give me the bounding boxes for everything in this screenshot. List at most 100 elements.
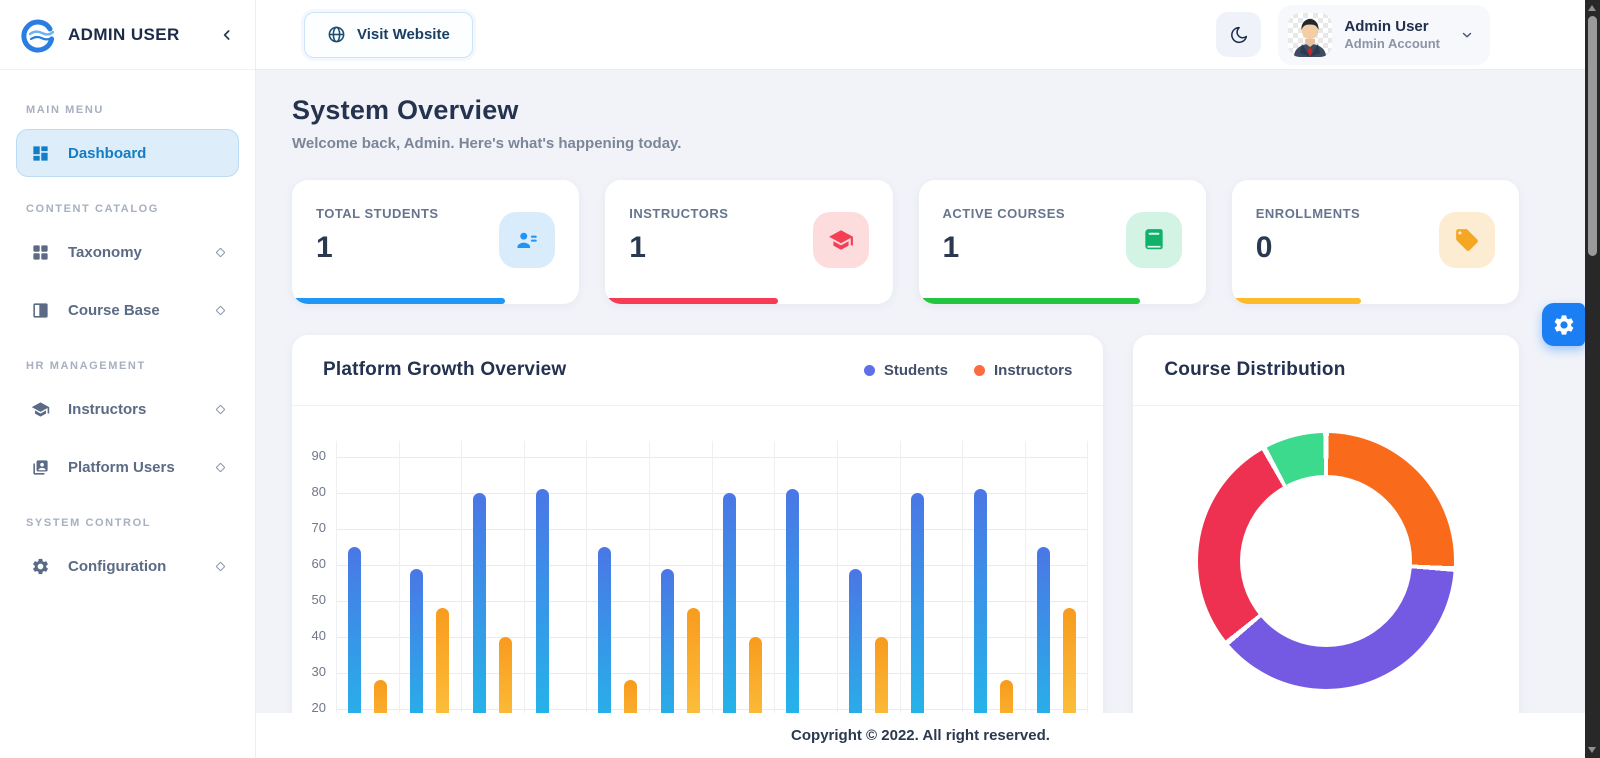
- charts-row: Platform Growth Overview Students Instru…: [292, 335, 1519, 758]
- section-label-system-control: SYSTEM CONTROL: [26, 517, 229, 529]
- legend-dot: [864, 365, 875, 376]
- legend-dot: [974, 365, 985, 376]
- stat-card-enrollments: ENROLLMENTS 0: [1232, 180, 1519, 304]
- tag-icon: [1439, 212, 1495, 268]
- stat-card-active-courses: ACTIVE COURSES 1: [919, 180, 1206, 304]
- bar-group: [837, 441, 900, 758]
- expand-diamond-icon: [216, 305, 226, 315]
- page-subtitle: Welcome back, Admin. Here's what's happe…: [292, 135, 1519, 152]
- brand-logo-icon: [20, 17, 56, 53]
- section-label-content-catalog: CONTENT CATALOG: [26, 203, 229, 215]
- brand-title: ADMIN USER: [68, 25, 180, 45]
- expand-diamond-icon: [216, 561, 226, 571]
- sidebar-item-course-base[interactable]: Course Base: [16, 286, 239, 334]
- legend-item-students[interactable]: Students: [864, 362, 948, 379]
- y-axis-tick-label: 70: [296, 520, 326, 535]
- stat-card-instructors: INSTRUCTORS 1: [605, 180, 892, 304]
- bar-group: [774, 441, 837, 758]
- bar-group: [649, 441, 712, 758]
- bar-group: [336, 441, 399, 758]
- expand-diamond-icon: [216, 462, 226, 472]
- graduation-cap-icon: [828, 227, 854, 253]
- scrollbar-thumb[interactable]: [1588, 16, 1597, 256]
- stat-accent-bar: [605, 298, 777, 304]
- bar-group: [399, 441, 462, 758]
- stat-accent-bar: [292, 298, 505, 304]
- sidebar-item-label: Platform Users: [68, 459, 175, 476]
- chart-title: Platform Growth Overview: [323, 359, 566, 381]
- y-axis-tick-label: 60: [296, 556, 326, 571]
- gridline: [1087, 441, 1088, 758]
- sidebar-item-taxonomy[interactable]: Taxonomy: [16, 228, 239, 276]
- section-label-hr-management: HR MANAGEMENT: [26, 360, 229, 372]
- book-icon: [1141, 227, 1167, 253]
- grid-icon: [31, 243, 50, 262]
- course-distribution-card: Course Distribution: [1133, 335, 1519, 758]
- sidebar-item-label: Instructors: [68, 401, 146, 418]
- page-title: System Overview: [292, 95, 1519, 126]
- sidebar-item-label: Course Base: [68, 302, 160, 319]
- expand-diamond-icon: [216, 247, 226, 257]
- sidebar: ADMIN USER MAIN MENU Dashboard CONTENT C…: [0, 0, 256, 758]
- user-name: Admin User: [1344, 18, 1440, 37]
- dark-mode-toggle[interactable]: [1216, 12, 1261, 57]
- settings-fab[interactable]: [1542, 303, 1585, 346]
- chart-legend: Students Instructors: [864, 362, 1073, 379]
- visit-website-button[interactable]: Visit Website: [304, 12, 473, 58]
- sidebar-item-platform-users[interactable]: Platform Users: [16, 443, 239, 491]
- scrollbar-down-arrow[interactable]: [1588, 747, 1596, 753]
- platform-growth-card: Platform Growth Overview Students Instru…: [292, 335, 1103, 758]
- sidebar-item-label: Dashboard: [68, 145, 146, 162]
- user-role: Admin Account: [1344, 36, 1440, 51]
- bar-chart-plot: 9080706050403020: [336, 441, 1087, 758]
- legend-item-instructors[interactable]: Instructors: [974, 362, 1072, 379]
- book-icon: [1126, 212, 1182, 268]
- main-content: System Overview Welcome back, Admin. Her…: [256, 70, 1585, 758]
- sidebar-item-instructors[interactable]: Instructors: [16, 385, 239, 433]
- graduation-cap-icon: [31, 400, 50, 419]
- sidebar-item-label: Taxonomy: [68, 244, 142, 261]
- bar-group: [899, 441, 962, 758]
- globe-icon: [327, 25, 346, 44]
- sidebar-item-dashboard[interactable]: Dashboard: [16, 129, 239, 177]
- sidebar-collapse-icon[interactable]: [219, 27, 235, 43]
- bar-group: [461, 441, 524, 758]
- bar-group: [712, 441, 775, 758]
- bars: [336, 441, 1087, 758]
- graduation-cap-icon: [813, 212, 869, 268]
- gear-icon: [1552, 313, 1576, 337]
- sidebar-item-label: Configuration: [68, 558, 166, 575]
- stat-accent-bar: [919, 298, 1140, 304]
- section-label-main-menu: MAIN MENU: [26, 104, 229, 116]
- bar-group: [962, 441, 1025, 758]
- bar-group: [1025, 441, 1088, 758]
- logo-row: ADMIN USER: [0, 0, 255, 70]
- bar-group: [586, 441, 649, 758]
- scrollbar-up-arrow[interactable]: [1588, 5, 1596, 11]
- bar-group: [524, 441, 587, 758]
- moon-icon: [1229, 25, 1249, 45]
- visit-website-label: Visit Website: [357, 26, 450, 43]
- user-menu[interactable]: Admin User Admin Account: [1278, 5, 1490, 65]
- sidebar-item-configuration[interactable]: Configuration: [16, 542, 239, 590]
- student-list-icon: [514, 227, 540, 253]
- y-axis-tick-label: 50: [296, 592, 326, 607]
- chevron-down-icon: [1460, 28, 1474, 42]
- copyright-text: Copyright © 2022. All right reserved.: [791, 727, 1050, 744]
- tag-icon: [1454, 227, 1480, 253]
- chart-title: Course Distribution: [1164, 359, 1345, 381]
- expand-diamond-icon: [216, 404, 226, 414]
- topbar: Visit Website Admin User Admin Account: [256, 0, 1585, 70]
- y-axis-tick-label: 90: [296, 448, 326, 463]
- y-axis-tick-label: 40: [296, 628, 326, 643]
- y-axis-tick-label: 80: [296, 484, 326, 499]
- stats-row: TOTAL STUDENTS 1 INSTRUCTORS 1 ACTIVE CO…: [292, 180, 1519, 304]
- dashboard-icon: [31, 144, 50, 163]
- footer: Copyright © 2022. All right reserved.: [256, 713, 1585, 758]
- donut-chart: [1198, 433, 1454, 689]
- page-scrollbar[interactable]: [1585, 0, 1600, 758]
- reader-icon: [31, 301, 50, 320]
- sidebar-menu: MAIN MENU Dashboard CONTENT CATALOG Taxo…: [0, 70, 255, 608]
- stat-card-total-students: TOTAL STUDENTS 1: [292, 180, 579, 304]
- stat-accent-bar: [1232, 298, 1361, 304]
